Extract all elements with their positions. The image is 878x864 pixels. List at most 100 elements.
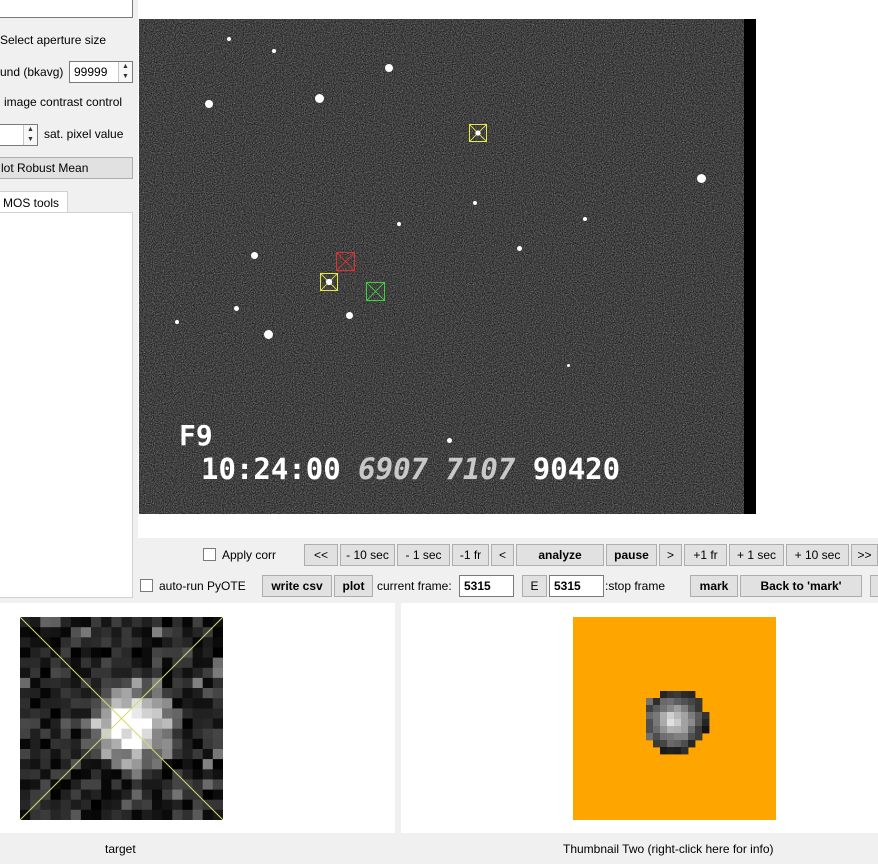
sat-pixel-label: sat. pixel value	[44, 127, 124, 141]
robust-mean-button[interactable]: lot Robust Mean	[0, 157, 133, 179]
plus-10-sec-button[interactable]: + 10 sec	[786, 544, 849, 566]
thumbnail-pixel	[141, 809, 153, 820]
thumbnail-pixel	[101, 667, 112, 679]
tab-label: MOS tools	[3, 196, 60, 210]
thumbnail-pixel	[70, 617, 82, 628]
thumbnail-pixel	[152, 688, 163, 699]
top-text-field[interactable]	[0, 0, 133, 18]
thumbnail-pixel	[80, 637, 92, 648]
thumbnail-pixel	[162, 708, 173, 720]
thumbnail-pixel	[20, 627, 31, 638]
target-marker[interactable]	[469, 124, 487, 142]
thumbnail-pixel	[172, 799, 183, 811]
spin-up-icon[interactable]: ▲	[24, 125, 37, 135]
background-spinner[interactable]: ▲ ▼	[118, 62, 132, 82]
pause-button[interactable]: pause	[606, 544, 657, 566]
thumbnail-pixel	[121, 769, 133, 780]
thumbnail-pixel	[688, 698, 696, 706]
thumbnail-two-caption: Thumbnail Two (right-click here for info…	[563, 842, 774, 856]
thumbnail-pixel	[30, 759, 41, 770]
thumbnail-pixel	[20, 647, 31, 659]
spin-down-icon[interactable]: ▼	[119, 72, 132, 82]
thumbnail-pixel	[702, 726, 710, 734]
spin-up-icon[interactable]: ▲	[119, 62, 132, 72]
back-to-mark-button[interactable]: Back to 'mark'	[740, 575, 862, 597]
thumbnail-pixel	[101, 738, 112, 750]
thumbnail-pixel	[91, 769, 102, 780]
thumbnail-pixel	[70, 718, 82, 730]
star	[227, 37, 231, 41]
minus-10-sec-button[interactable]: - 10 sec	[340, 544, 395, 566]
current-frame-input[interactable]: 5315	[459, 575, 514, 597]
thumbnail-pixel	[91, 627, 102, 638]
thumbnail-pixel	[152, 738, 163, 750]
thumbnail-one-image	[20, 617, 223, 820]
reference-marker[interactable]	[320, 273, 338, 291]
green-marker[interactable]	[366, 282, 385, 301]
thumbnail-pixel	[30, 769, 41, 780]
apply-corr-checkbox[interactable]	[203, 548, 216, 561]
write-csv-button[interactable]: write csv	[262, 575, 332, 597]
star	[234, 306, 239, 311]
thumbnail-pixel	[667, 740, 675, 748]
video-frame[interactable]: F9 10:24:00 6907 7107 90420	[139, 19, 756, 514]
thumbnail-pixel	[30, 779, 41, 791]
thumbnail-pixel	[202, 779, 214, 791]
thumbnail-pixel	[50, 667, 62, 679]
thumbnail-pixel	[182, 617, 194, 628]
background-value-input[interactable]: 99999 ▲ ▼	[69, 61, 133, 83]
thumbnail-pixel	[695, 698, 703, 706]
thumbnail-pixel	[50, 637, 62, 648]
thumbnail-pixel	[40, 647, 51, 659]
stop-frame-input[interactable]: 5315	[549, 575, 604, 597]
plus-1-sec-button[interactable]: + 1 sec	[729, 544, 784, 566]
sat-pixel-spinner[interactable]: ▲ ▼	[23, 125, 37, 145]
background-label: und (bkavg)	[0, 65, 64, 79]
thumbnail-one[interactable]	[20, 617, 223, 820]
thumbnail-pixel	[212, 728, 223, 740]
thumbnail-pixel	[192, 627, 204, 638]
thumbnail-pixel	[40, 627, 51, 638]
thumbnail-pixel	[40, 769, 51, 780]
red-marker[interactable]	[336, 252, 355, 271]
thumbnail-pixel	[101, 637, 112, 648]
thumbnail-pixel	[152, 657, 163, 669]
thumbnail-pixel	[674, 747, 682, 755]
minus-1-fr-button[interactable]: -1 fr	[452, 544, 489, 566]
thumbnail-pixel	[192, 738, 204, 750]
forward-one-button[interactable]: >	[659, 544, 682, 566]
thumbnail-pixel	[695, 733, 703, 741]
thumbnail-pixel	[40, 759, 51, 770]
thumbnail-pixel	[131, 718, 143, 730]
overflow-button[interactable]	[870, 575, 878, 597]
thumbnail-pixel	[20, 718, 31, 730]
minus-1-sec-button[interactable]: - 1 sec	[397, 544, 450, 566]
analyze-button[interactable]: analyze	[516, 544, 604, 566]
thumbnail-pixel	[50, 809, 62, 820]
back-end-button[interactable]: <<	[304, 544, 338, 566]
spin-down-icon[interactable]: ▼	[24, 135, 37, 145]
sat-pixel-input[interactable]: ▲ ▼	[0, 124, 38, 146]
thumbnail-pixel	[202, 688, 214, 699]
e-button[interactable]: E	[522, 575, 547, 597]
thumbnail-pixel	[50, 698, 62, 709]
auto-run-pyote-checkbox[interactable]	[140, 579, 153, 592]
star	[473, 201, 477, 205]
thumbnail-pixel	[674, 740, 682, 748]
forward-end-button[interactable]: >>	[851, 544, 878, 566]
tab-mos-tools[interactable]: MOS tools	[0, 191, 68, 213]
thumbnail-pixel	[40, 728, 51, 740]
thumbnail-pixel	[688, 740, 696, 748]
plus-1-fr-button[interactable]: +1 fr	[684, 544, 727, 566]
thumbnail-pixel	[70, 738, 82, 750]
plot-button[interactable]: plot	[334, 575, 373, 597]
thumbnail-pixel	[202, 809, 214, 820]
thumbnail-pixel	[111, 647, 123, 659]
thumbnail-pixel	[80, 789, 92, 801]
mark-button[interactable]: mark	[690, 575, 738, 597]
thumbnail-pixel	[91, 779, 102, 791]
back-one-button[interactable]: <	[491, 544, 514, 566]
thumbnail-pixel	[681, 712, 689, 720]
aperture-size-button[interactable]: Select aperture size	[0, 30, 106, 50]
thumbnail-two[interactable]	[573, 617, 776, 820]
